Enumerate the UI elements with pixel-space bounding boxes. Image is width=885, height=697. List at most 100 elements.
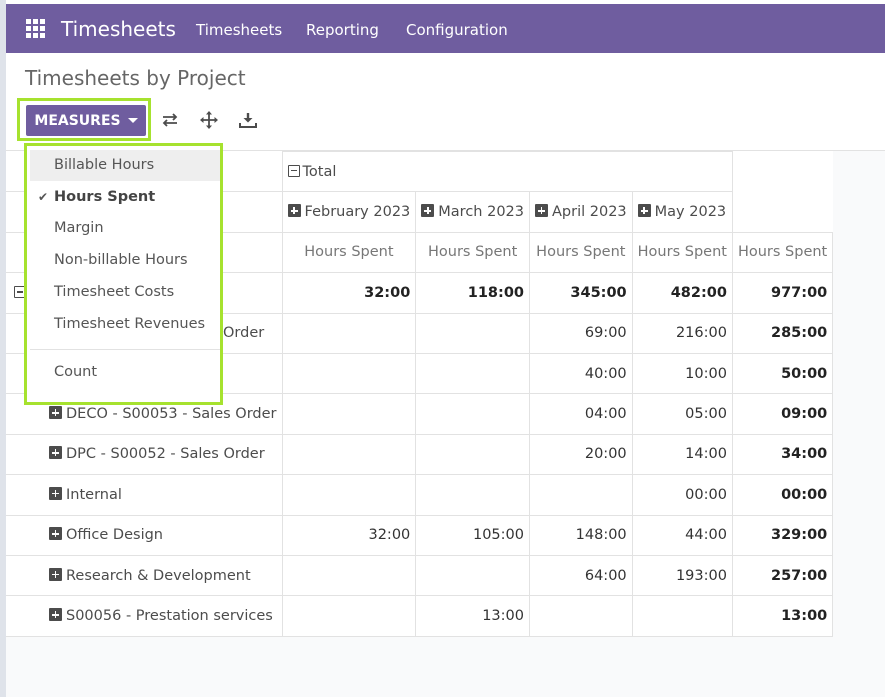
table-row: DPC - S00052 - Sales Order 20:00 14:00 3…	[6, 433, 834, 476]
cell[interactable]: 148:00	[529, 514, 633, 556]
table-row: Office Design 32:00 105:00 148:00 44:00 …	[6, 514, 834, 556]
pivot-total-header[interactable]: Total	[281, 150, 733, 193]
expand-icon	[421, 204, 435, 218]
cell[interactable]: 05:00	[631, 393, 733, 435]
cell-total[interactable]: 329:00	[731, 514, 834, 556]
nav-item-timesheets[interactable]: Timesheets	[196, 21, 282, 39]
cell[interactable]	[281, 554, 417, 597]
cell[interactable]: 44:00	[631, 514, 733, 556]
page-title: Timesheets by Project	[25, 66, 246, 90]
cell[interactable]: 32:00	[281, 514, 417, 556]
cell[interactable]	[529, 595, 633, 637]
cell[interactable]: 14:00	[631, 433, 733, 476]
cell-total[interactable]: 00:00	[731, 474, 834, 516]
top-navbar: Timesheets Timesheets Reporting Configur…	[6, 4, 885, 53]
col-header-may[interactable]: May 2023	[631, 191, 733, 233]
row-header[interactable]: Research & Development	[6, 554, 283, 597]
table-row: S00056 - Prestation services 13:00 13:00	[6, 595, 834, 637]
cell[interactable]	[415, 433, 530, 476]
download-icon[interactable]	[239, 111, 257, 129]
measure-header[interactable]: Hours Spent	[529, 231, 633, 274]
expand-icon	[637, 204, 651, 218]
cell[interactable]	[415, 352, 530, 395]
cell[interactable]	[415, 393, 530, 435]
cell[interactable]: 105:00	[415, 514, 530, 556]
measure-header[interactable]: Hours Spent	[415, 231, 530, 274]
cell[interactable]: 216:00	[631, 312, 733, 354]
cell[interactable]	[281, 393, 417, 435]
measure-option-count[interactable]: Count	[30, 357, 220, 388]
expand-icon	[49, 446, 62, 460]
check-icon: ✔	[38, 190, 49, 204]
col-header-february[interactable]: February 2023	[281, 191, 417, 233]
cell[interactable]: 00:00	[631, 474, 733, 516]
cell[interactable]: 20:00	[529, 433, 633, 476]
cell[interactable]: 118:00	[415, 272, 530, 314]
cell[interactable]: 40:00	[529, 352, 633, 395]
cell[interactable]: 345:00	[529, 272, 633, 314]
expand-icon	[49, 486, 62, 500]
expand-all-icon[interactable]	[200, 111, 218, 129]
cell[interactable]: 32:00	[281, 272, 417, 314]
apps-grid-icon[interactable]	[26, 19, 45, 38]
measure-option-hours-spent[interactable]: ✔ Hours Spent	[30, 182, 220, 213]
caret-down-icon	[127, 118, 138, 123]
cell[interactable]: 10:00	[631, 352, 733, 395]
measure-option-billable-hours[interactable]: Billable Hours	[30, 150, 220, 181]
dropdown-divider	[30, 349, 220, 350]
measures-button[interactable]: MEASURES	[26, 105, 146, 136]
cell[interactable]: 69:00	[529, 312, 633, 354]
app-brand[interactable]: Timesheets	[61, 17, 176, 41]
row-header[interactable]: DPC - S00052 - Sales Order	[6, 433, 283, 476]
cell[interactable]: 482:00	[631, 272, 733, 314]
table-row: Research & Development 64:00 193:00 257:…	[6, 554, 834, 597]
measure-header[interactable]: Hours Spent	[731, 231, 834, 274]
col-header-march[interactable]: March 2023	[415, 191, 530, 233]
measure-header[interactable]: Hours Spent	[631, 231, 733, 274]
cell-total[interactable]: 257:00	[731, 554, 834, 597]
expand-icon	[49, 607, 62, 621]
measures-dropdown: Billable Hours ✔ Hours Spent Margin Non-…	[24, 143, 223, 405]
cell[interactable]	[415, 554, 530, 597]
cell-total[interactable]: 34:00	[731, 433, 834, 476]
measure-header[interactable]: Hours Spent	[281, 231, 417, 274]
cell[interactable]	[631, 595, 733, 637]
nav-item-configuration[interactable]: Configuration	[406, 21, 508, 39]
nav-item-reporting[interactable]: Reporting	[306, 21, 379, 39]
cell[interactable]	[281, 474, 417, 516]
row-header[interactable]: Internal	[6, 474, 283, 516]
control-panel: Timesheets by Project MEASURES	[6, 53, 885, 151]
row-header[interactable]: S00056 - Prestation services	[6, 595, 283, 637]
measures-button-label: MEASURES	[34, 112, 121, 129]
table-row: Internal 00:00 00:00	[6, 474, 834, 516]
cell[interactable]: 193:00	[631, 554, 733, 597]
cell[interactable]: 64:00	[529, 554, 633, 597]
expand-icon	[49, 406, 62, 420]
cell-total[interactable]: 50:00	[731, 352, 834, 395]
expand-icon	[49, 567, 62, 581]
cell[interactable]	[529, 474, 633, 516]
cell[interactable]	[281, 312, 417, 354]
cell-total[interactable]: 13:00	[731, 595, 834, 637]
cell[interactable]	[415, 474, 530, 516]
measure-option-timesheet-costs[interactable]: Timesheet Costs	[30, 277, 220, 308]
cell-total[interactable]: 09:00	[731, 393, 834, 435]
collapse-icon	[287, 164, 300, 177]
row-header[interactable]: Office Design	[6, 514, 283, 556]
cell[interactable]	[281, 433, 417, 476]
cell[interactable]	[281, 595, 417, 637]
cell[interactable]: 13:00	[415, 595, 530, 637]
flip-axis-icon[interactable]	[161, 111, 179, 129]
cell-total[interactable]: 285:00	[731, 312, 834, 354]
expand-icon	[287, 204, 301, 218]
cell[interactable]	[281, 352, 417, 395]
expand-icon	[535, 204, 548, 218]
cell[interactable]	[415, 312, 530, 354]
measure-option-non-billable-hours[interactable]: Non-billable Hours	[30, 245, 220, 276]
cell-total[interactable]: 977:00	[731, 272, 834, 314]
measure-option-margin[interactable]: Margin	[30, 213, 220, 244]
col-header-april[interactable]: April 2023	[529, 191, 633, 233]
expand-icon	[49, 527, 62, 541]
cell[interactable]: 04:00	[529, 393, 633, 435]
measure-option-timesheet-revenues[interactable]: Timesheet Revenues	[30, 309, 220, 340]
